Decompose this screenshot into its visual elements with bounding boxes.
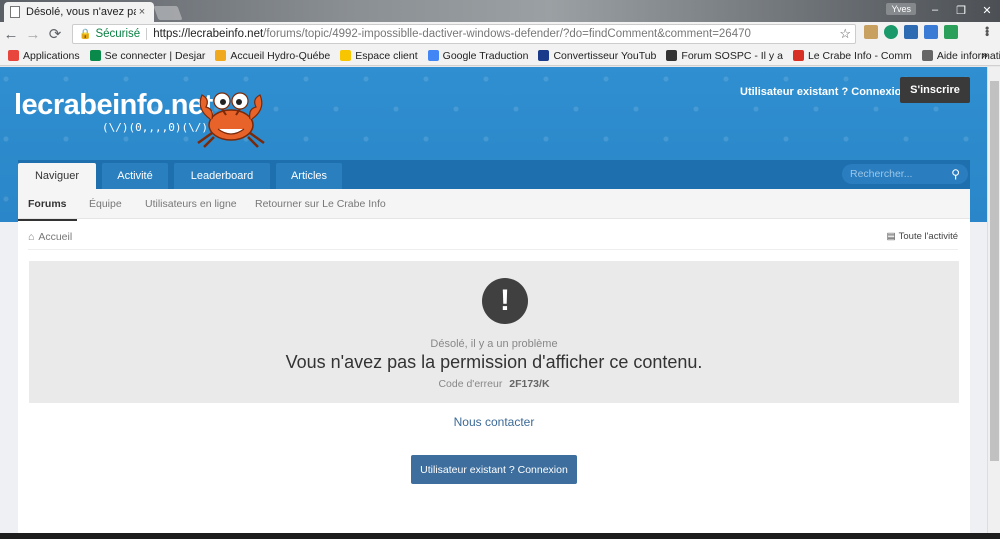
os-taskbar	[0, 533, 1000, 539]
bookmarks-bar: Applications Se connecter | Desjar Accue…	[0, 46, 1000, 66]
tab-naviguer[interactable]: Naviguer	[18, 163, 96, 189]
error-message: Vous n'avez pas la permission d'afficher…	[285, 352, 703, 372]
subnav-online-users[interactable]: Utilisateurs en ligne	[145, 198, 237, 210]
tab-leaderboard[interactable]: Leaderboard	[174, 163, 270, 189]
url-path: /forums/topic/4992-impossiblle-dactiver-…	[263, 28, 751, 40]
new-tab-button[interactable]	[153, 6, 183, 20]
bookmark-item[interactable]: Google Traduction	[427, 50, 528, 62]
bookmark-item[interactable]: Convertisseur YouTub	[538, 50, 656, 62]
extension-icon[interactable]	[924, 25, 938, 39]
browser-toolbar: ← → ⟳ 🔒 Sécurisé https://lecrabeinfo.net…	[0, 22, 1000, 46]
close-window-button[interactable]: ✕	[974, 0, 1000, 20]
bookmark-favicon-icon	[89, 50, 101, 61]
extension-icon[interactable]	[864, 25, 878, 39]
separator	[146, 28, 148, 40]
subnav-back-to-site[interactable]: Retourner sur Le Crabe Info	[255, 198, 386, 210]
bookmark-item[interactable]: Aide informatique en	[921, 50, 1000, 62]
error-code-line: Code d'erreur 2F173/K	[29, 378, 959, 390]
scrollbar-thumb[interactable]	[990, 81, 999, 461]
breadcrumb-home[interactable]: Accueil	[38, 231, 72, 243]
bookmark-favicon-icon	[921, 50, 933, 61]
bookmark-favicon-icon	[538, 50, 550, 61]
document-icon	[10, 6, 20, 18]
login-dropdown[interactable]: Utilisateur existant ? Connexion ▾	[740, 85, 918, 99]
main-content: Forums Équipe Utilisateurs en ligne Reto…	[18, 189, 970, 539]
bookmark-item[interactable]: Espace client	[340, 50, 418, 62]
exclamation-icon: !	[482, 278, 528, 324]
bookmark-apps[interactable]: Applications	[8, 50, 80, 62]
login-button[interactable]: Utilisateur existant ? Connexion	[411, 455, 577, 484]
extension-icon[interactable]	[944, 25, 958, 39]
address-bar[interactable]: 🔒 Sécurisé https://lecrabeinfo.net /foru…	[72, 24, 856, 44]
error-subtitle: Désolé, il y a un problème	[430, 338, 558, 350]
site-logo[interactable]: lecrabeinfo.net	[14, 89, 213, 122]
bookmark-favicon-icon	[340, 50, 352, 61]
profile-badge[interactable]: Yves	[886, 3, 916, 15]
subnav-equipe[interactable]: Équipe	[89, 198, 122, 210]
contact-link[interactable]: Nous contacter	[18, 415, 970, 429]
bookmark-item[interactable]: Le Crabe Info - Comm	[792, 50, 912, 62]
signup-button[interactable]: S'inscrire	[900, 77, 970, 103]
bookmark-item[interactable]: Se connecter | Desjar	[89, 50, 205, 62]
reload-icon[interactable]: ⟳	[44, 23, 66, 45]
bookmark-item[interactable]: Forum SOSPC - Il y a	[666, 50, 783, 62]
browser-tabstrip: Désolé, vous n'avez pas × Yves – ❐ ✕	[0, 0, 1000, 22]
error-panel: ! Désolé, il y a un problème Vous n'avez…	[29, 261, 959, 403]
activity-feed-icon: ▤	[886, 231, 896, 242]
lock-icon: 🔒	[79, 28, 92, 40]
bookmark-favicon-icon	[792, 50, 804, 61]
tab-close-icon[interactable]: ×	[136, 6, 148, 18]
extensions	[864, 25, 958, 39]
bookmarks-more-button[interactable]: »	[981, 48, 988, 62]
search-input[interactable]: Rechercher... ⚲	[842, 164, 968, 184]
sub-navigation: Forums Équipe Utilisateurs en ligne Reto…	[18, 189, 970, 221]
crab-mascot-icon	[197, 92, 265, 148]
search-placeholder: Rechercher...	[850, 168, 913, 180]
extension-icon[interactable]	[884, 25, 898, 39]
back-arrow-icon[interactable]: ←	[0, 23, 22, 45]
forward-arrow-icon[interactable]: →	[22, 23, 44, 45]
url-host: https://lecrabeinfo.net	[153, 28, 264, 40]
window-controls: – ❐ ✕	[922, 0, 1000, 20]
browser-menu-icon[interactable]: •••	[980, 26, 994, 36]
apps-icon	[8, 50, 19, 61]
main-nav: Naviguer Activité Leaderboard Articles	[18, 160, 970, 189]
all-activity-label: Toute l'activité	[898, 231, 958, 242]
bookmark-favicon-icon	[666, 50, 678, 61]
browser-tab[interactable]: Désolé, vous n'avez pas ×	[4, 2, 154, 22]
bookmark-star-icon[interactable]: ☆	[839, 26, 851, 42]
maximize-button[interactable]: ❐	[948, 0, 974, 20]
error-code-label: Code d'erreur	[438, 378, 503, 390]
minimize-button[interactable]: –	[922, 0, 948, 20]
breadcrumb: ⌂ Accueil	[28, 231, 72, 243]
bookmark-favicon-icon	[427, 50, 439, 61]
error-code: 2F173/K	[509, 378, 550, 390]
web-page: lecrabeinfo.net (\/)(0,,,,0)(\/) Utilisa…	[0, 67, 987, 539]
tab-activite[interactable]: Activité	[102, 163, 168, 189]
search-icon[interactable]: ⚲	[951, 167, 960, 181]
divider	[28, 249, 958, 250]
tab-title: Désolé, vous n'avez pas	[26, 6, 136, 18]
subnav-forums[interactable]: Forums	[18, 198, 76, 221]
extension-icon[interactable]	[904, 25, 918, 39]
home-icon: ⌂	[28, 231, 35, 243]
bookmark-item[interactable]: Accueil Hydro-Québe	[215, 50, 330, 62]
secure-label: Sécurisé	[95, 28, 141, 40]
bookmark-favicon-icon	[215, 50, 227, 61]
login-dropdown-label: Utilisateur existant ? Connexion	[740, 85, 909, 98]
page-scrollbar[interactable]	[987, 67, 1000, 539]
all-activity-link[interactable]: ▤ Toute l'activité	[887, 231, 958, 242]
tab-articles[interactable]: Articles	[276, 163, 342, 189]
